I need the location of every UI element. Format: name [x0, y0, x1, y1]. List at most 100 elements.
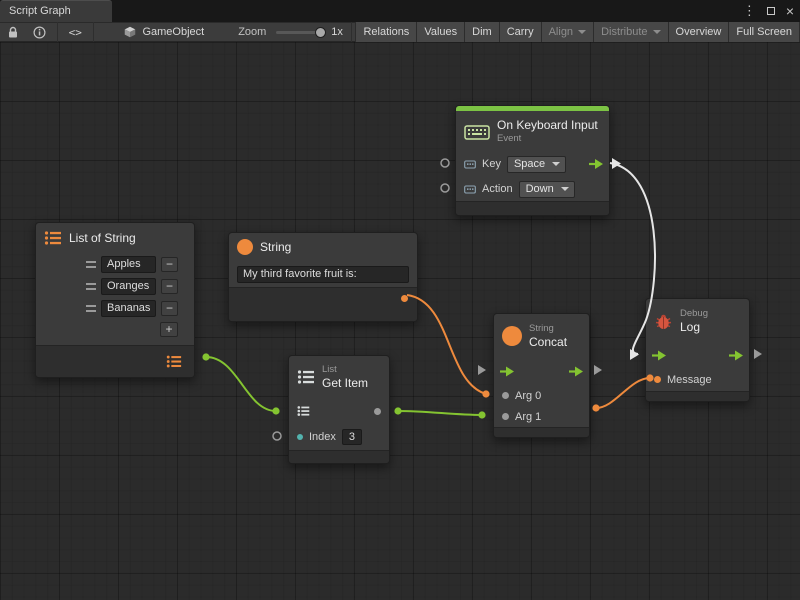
list-item-field[interactable]: Bananas	[101, 300, 156, 317]
info-button[interactable]	[26, 23, 53, 41]
list-item-row: Apples −	[36, 253, 194, 275]
node-title: Log	[680, 320, 708, 334]
carry-button[interactable]: Carry	[499, 22, 541, 42]
node-header: On Keyboard Input Event	[456, 111, 609, 151]
gameobject-selector[interactable]: GameObject	[123, 25, 204, 39]
flow-wire-start-icon	[612, 158, 621, 169]
key-value: Space	[514, 158, 545, 170]
lock-button[interactable]	[0, 23, 26, 41]
flow-output-port[interactable]	[728, 350, 744, 361]
node-title: List of String	[69, 231, 136, 245]
node-footer	[36, 345, 194, 377]
list-item-field[interactable]: Apples	[101, 256, 156, 273]
drag-handle-icon[interactable]	[86, 283, 96, 290]
arg0-input-port[interactable]	[502, 392, 509, 399]
index-input-port[interactable]	[297, 434, 303, 440]
index-field[interactable]: 3	[342, 429, 362, 445]
distribute-label: Distribute	[601, 26, 647, 38]
zoom-slider-knob[interactable]	[315, 27, 326, 38]
toolbar-separator	[93, 22, 94, 42]
menu-icon[interactable]: ⋮	[743, 3, 756, 19]
zoom-slider[interactable]	[276, 31, 323, 34]
key-dropdown[interactable]: Space	[507, 156, 566, 173]
values-button[interactable]: Values	[416, 22, 464, 42]
node-concat[interactable]: String Concat Arg 0 A	[493, 313, 590, 438]
node-string-literal[interactable]: String My third favorite fruit is:	[228, 232, 418, 322]
node-title: Get Item	[322, 376, 368, 390]
flow-output-port[interactable]	[568, 366, 584, 377]
wire-endpoint[interactable]	[394, 407, 401, 414]
action-row: Action Down	[456, 177, 609, 201]
flow-port-triangle[interactable]	[478, 365, 486, 375]
flow-input-port[interactable]	[499, 366, 515, 377]
maximize-icon[interactable]	[767, 7, 775, 15]
add-item-button[interactable]: +	[160, 322, 178, 337]
titlebar: Script Graph ⋮ ×	[0, 0, 800, 22]
arg1-row: Arg 1	[494, 406, 589, 427]
flow-port-triangle[interactable]	[754, 349, 762, 359]
list-icon	[297, 369, 315, 385]
add-item-row: +	[36, 319, 194, 339]
node-list-of-string[interactable]: List of String Apples − Oranges − Banana…	[35, 222, 195, 378]
item-output-port[interactable]	[374, 408, 381, 415]
list-item-field[interactable]: Oranges	[101, 278, 156, 295]
arg1-input-port[interactable]	[502, 413, 509, 420]
remove-item-button[interactable]: −	[161, 301, 178, 316]
node-footer	[289, 450, 389, 463]
list-output-port[interactable]	[166, 354, 182, 369]
remove-item-button[interactable]: −	[161, 279, 178, 294]
wire-endpoint[interactable]	[272, 407, 279, 414]
wire-endpoint[interactable]	[478, 411, 485, 418]
remove-item-button[interactable]: −	[161, 257, 178, 272]
node-title: On Keyboard Input	[497, 118, 598, 132]
node-category: String	[529, 323, 567, 334]
flow-port-triangle[interactable]	[594, 365, 602, 375]
message-input-port[interactable]	[654, 376, 661, 383]
wire-endpoint[interactable]	[482, 390, 489, 397]
string-icon	[237, 239, 253, 255]
string-output-port[interactable]	[401, 295, 408, 302]
zoom-label: Zoom	[238, 26, 266, 38]
index-port-circle[interactable]	[273, 432, 281, 440]
toolbar-separator	[351, 22, 352, 42]
node-debug-log[interactable]: Debug Log Message	[645, 298, 750, 402]
graph-canvas[interactable]: On Keyboard Input Event Key Space	[0, 42, 800, 600]
distribute-dropdown[interactable]: Distribute	[593, 22, 667, 42]
bug-icon	[654, 312, 673, 331]
action-dropdown[interactable]: Down	[519, 181, 575, 198]
relations-button[interactable]: Relations	[355, 22, 416, 42]
node-get-item[interactable]: List Get Item Index 3	[288, 355, 390, 464]
fullscreen-button[interactable]: Full Screen	[728, 22, 800, 42]
drag-handle-icon[interactable]	[86, 261, 96, 268]
concat-output-port[interactable]	[592, 404, 599, 411]
action-port-circle[interactable]	[441, 184, 449, 192]
arg0-label: Arg 0	[515, 390, 541, 402]
message-label: Message	[667, 374, 712, 386]
flow-row	[646, 343, 749, 368]
flow-arrow-icon	[499, 366, 515, 377]
code-view-button[interactable]: <>	[62, 23, 89, 41]
wire-endpoint[interactable]	[202, 353, 209, 360]
index-row: Index 3	[289, 424, 389, 450]
caret-down-icon	[578, 30, 586, 34]
toolbar-separator	[57, 22, 58, 42]
drag-handle-icon[interactable]	[86, 305, 96, 312]
close-icon[interactable]: ×	[786, 3, 794, 19]
wire-list-to-getitem	[206, 357, 276, 411]
string-value-field[interactable]: My third favorite fruit is:	[237, 266, 409, 283]
trigger-output-port[interactable]	[588, 159, 604, 170]
key-port-circle[interactable]	[441, 159, 449, 167]
align-dropdown[interactable]: Align	[541, 22, 593, 42]
node-header: String	[229, 233, 417, 261]
list-input-port[interactable]	[297, 405, 310, 417]
list-item-row: Bananas −	[36, 297, 194, 319]
flow-input-port[interactable]	[651, 350, 667, 361]
dim-button[interactable]: Dim	[464, 22, 499, 42]
window-controls: ⋮ ×	[743, 0, 794, 22]
node-on-keyboard-input[interactable]: On Keyboard Input Event Key Space	[455, 105, 610, 216]
overview-button[interactable]: Overview	[668, 22, 729, 42]
wire-item-to-concat	[398, 411, 482, 415]
list-icon	[44, 230, 62, 246]
string-icon	[502, 326, 522, 346]
tab-script-graph[interactable]: Script Graph	[0, 0, 112, 22]
